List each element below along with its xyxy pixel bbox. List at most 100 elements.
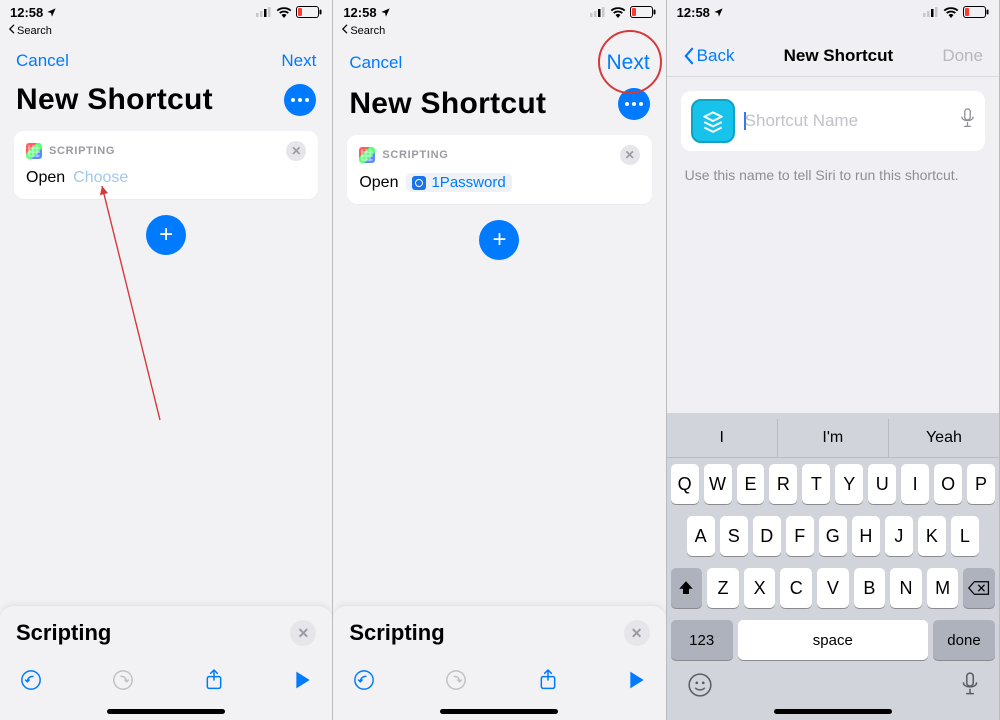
key-row-1: Q W E R T Y U I O P	[667, 458, 999, 510]
more-button[interactable]	[284, 84, 316, 116]
key-p[interactable]: P	[967, 464, 995, 504]
page-title: New Shortcut	[16, 83, 213, 117]
key-s[interactable]: S	[720, 516, 748, 556]
scripting-icon	[359, 147, 375, 163]
back-app-label: Search	[17, 25, 52, 37]
key-q[interactable]: Q	[671, 464, 699, 504]
space-key[interactable]: space	[738, 620, 928, 660]
key-o[interactable]: O	[934, 464, 962, 504]
key-j[interactable]: J	[885, 516, 913, 556]
key-c[interactable]: C	[780, 568, 812, 608]
run-button[interactable]	[294, 670, 312, 695]
back-to-search[interactable]: Search	[333, 24, 665, 41]
key-h[interactable]: H	[852, 516, 880, 556]
status-bar: 12:58	[667, 0, 999, 24]
actions-panel[interactable]: Scripting ✕	[333, 605, 665, 720]
status-bar: 12:58	[333, 0, 665, 24]
cell-signal-icon	[590, 7, 606, 17]
remove-action-button[interactable]: ✕	[286, 141, 306, 161]
key-row-3: Z X C V B N M	[667, 562, 999, 614]
key-r[interactable]: R	[769, 464, 797, 504]
redo-button	[445, 669, 467, 696]
chosen-app-token[interactable]: 1Password	[406, 173, 511, 192]
share-button[interactable]	[204, 668, 224, 697]
key-d[interactable]: D	[753, 516, 781, 556]
next-button[interactable]: Next	[281, 51, 316, 71]
share-button[interactable]	[538, 668, 558, 697]
key-f[interactable]: F	[786, 516, 814, 556]
emoji-key[interactable]	[687, 672, 713, 703]
more-button[interactable]	[618, 88, 650, 120]
run-button[interactable]	[628, 670, 646, 695]
location-icon	[46, 7, 57, 18]
shift-key[interactable]	[671, 568, 703, 608]
nav-bar: Back New Shortcut Done	[667, 36, 999, 77]
suggestion-2[interactable]: I'm	[778, 419, 889, 457]
backspace-key[interactable]	[963, 568, 995, 608]
cancel-button[interactable]: Cancel	[349, 53, 402, 73]
key-row-2: A S D F G H J K L	[667, 510, 999, 562]
suggestion-1[interactable]: I	[667, 419, 778, 457]
back-to-search[interactable]: Search	[0, 24, 332, 41]
status-time: 12:58	[343, 5, 376, 20]
key-i[interactable]: I	[901, 464, 929, 504]
remove-action-button[interactable]: ✕	[620, 145, 640, 165]
dictation-key[interactable]	[961, 672, 979, 703]
key-e[interactable]: E	[737, 464, 765, 504]
battery-icon	[963, 6, 989, 18]
key-z[interactable]: Z	[707, 568, 739, 608]
nav-bar: Cancel Next	[333, 41, 665, 81]
back-caret-icon	[341, 24, 348, 37]
key-y[interactable]: Y	[835, 464, 863, 504]
home-indicator[interactable]	[107, 709, 225, 714]
status-time: 12:58	[677, 5, 710, 20]
location-icon	[380, 7, 391, 18]
status-time: 12:58	[10, 5, 43, 20]
key-n[interactable]: N	[890, 568, 922, 608]
key-v[interactable]: V	[817, 568, 849, 608]
action-card: SCRIPTING ✕ Open 1Password	[347, 135, 651, 204]
back-button[interactable]: Back	[683, 46, 735, 66]
home-indicator[interactable]	[440, 709, 558, 714]
shortcut-name-input[interactable]: Shortcut Name	[745, 111, 950, 131]
key-k[interactable]: K	[918, 516, 946, 556]
key-w[interactable]: W	[704, 464, 732, 504]
add-action-button[interactable]: +	[146, 215, 186, 255]
key-g[interactable]: G	[819, 516, 847, 556]
keyboard-done-key[interactable]: done	[933, 620, 995, 660]
numbers-key[interactable]: 123	[671, 620, 733, 660]
add-action-button[interactable]: +	[479, 220, 519, 260]
key-u[interactable]: U	[868, 464, 896, 504]
app-name: 1Password	[431, 174, 505, 191]
panel-close-button[interactable]: ✕	[290, 620, 316, 646]
key-m[interactable]: M	[927, 568, 959, 608]
panel-title: Scripting	[16, 620, 111, 646]
cancel-button[interactable]: Cancel	[16, 51, 69, 71]
shortcut-icon[interactable]	[691, 99, 735, 143]
key-l[interactable]: L	[951, 516, 979, 556]
name-field[interactable]: Shortcut Name	[681, 91, 985, 151]
action-category: SCRIPTING	[382, 149, 448, 161]
undo-button[interactable]	[20, 669, 42, 696]
action-card: SCRIPTING ✕ Open Choose	[14, 131, 318, 199]
wifi-icon	[276, 7, 292, 18]
nav-title: New Shortcut	[784, 46, 894, 66]
home-indicator[interactable]	[774, 709, 892, 714]
choose-app-button[interactable]: Choose	[73, 169, 128, 187]
dictation-button[interactable]	[960, 108, 975, 135]
key-x[interactable]: X	[744, 568, 776, 608]
actions-panel[interactable]: Scripting ✕	[0, 605, 332, 720]
key-a[interactable]: A	[687, 516, 715, 556]
next-button[interactable]: Next	[606, 51, 649, 75]
done-button[interactable]: Done	[942, 46, 983, 66]
undo-button[interactable]	[353, 669, 375, 696]
action-open-label: Open	[26, 169, 65, 187]
suggestion-3[interactable]: Yeah	[889, 419, 999, 457]
back-caret-icon	[8, 24, 15, 37]
panel-title: Scripting	[349, 620, 444, 646]
action-open-label: Open	[359, 174, 398, 192]
panel-close-button[interactable]: ✕	[624, 620, 650, 646]
nav-bar: Cancel Next	[0, 41, 332, 77]
key-t[interactable]: T	[802, 464, 830, 504]
key-b[interactable]: B	[854, 568, 886, 608]
